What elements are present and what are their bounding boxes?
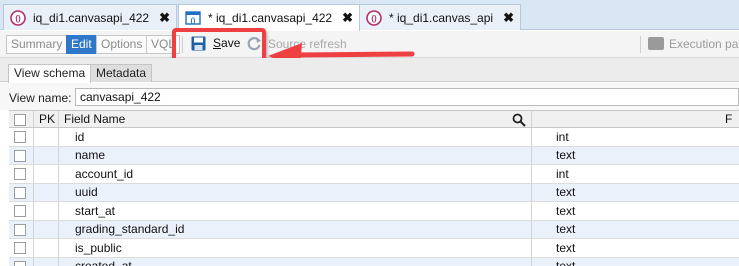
row-checkbox[interactable]	[14, 242, 26, 254]
field-type-cell[interactable]: text	[556, 202, 575, 220]
field-name-cell[interactable]: account_id	[75, 165, 133, 183]
field-type-cell[interactable]: text	[556, 258, 575, 266]
view-edit-icon: ()	[185, 10, 201, 26]
pk-column-header[interactable]: PK	[39, 111, 55, 127]
table-row[interactable]: is_public text	[9, 239, 739, 258]
table-row[interactable]: account_id int	[9, 165, 739, 184]
search-icon[interactable]	[512, 113, 526, 127]
view-name-label: View name:	[9, 91, 72, 105]
doc-tab-label: iq_di1.canvasapi_422	[33, 10, 150, 25]
svg-text:(): ()	[371, 14, 377, 23]
field-type-cell[interactable]: text	[556, 221, 575, 239]
row-checkbox[interactable]	[14, 205, 26, 217]
table-row[interactable]: start_at text	[9, 202, 739, 221]
field-type-cell[interactable]: text	[556, 184, 575, 202]
view-name-row: View name:	[0, 83, 739, 110]
tab-edit[interactable]: Edit	[66, 35, 97, 54]
row-checkbox[interactable]	[14, 260, 26, 266]
doc-tab-label: * iq_di1.canvasapi_422	[208, 11, 333, 25]
view-name-input[interactable]	[75, 88, 739, 106]
field-name-column-header[interactable]: Field Name	[64, 111, 125, 127]
doc-tab-canvasapi-422-edit[interactable]: () * iq_di1.canvasapi_422 ✖	[178, 4, 361, 31]
grid-body: id int name text account_id int uuid text start_…	[9, 128, 739, 266]
row-checkbox[interactable]	[14, 168, 26, 180]
field-grid: PK Field Name F id int name text account_id i…	[9, 110, 739, 266]
doc-tab-canvasapi-422[interactable]: () iq_di1.canvasapi_422 ✖	[3, 4, 177, 30]
document-tab-bar: () iq_di1.canvasapi_422 ✖ () * iq_di1.ca…	[0, 0, 739, 31]
table-row[interactable]: id int	[9, 128, 739, 147]
row-checkbox[interactable]	[14, 149, 26, 162]
field-type-cell[interactable]: text	[556, 239, 575, 257]
doc-tab-label: * iq_di1.canvas_api	[389, 10, 494, 25]
execution-panel-button[interactable]: Execution par	[669, 37, 739, 51]
row-checkbox[interactable]	[14, 223, 26, 236]
grid-header: PK Field Name F	[9, 110, 739, 128]
field-name-cell[interactable]: uuid	[75, 184, 98, 202]
row-checkbox[interactable]	[14, 131, 26, 143]
view-icon: ()	[10, 9, 26, 26]
close-icon[interactable]: ✖	[503, 10, 514, 26]
field-name-cell[interactable]: grading_standard_id	[75, 221, 184, 239]
type-column-header[interactable]: F	[725, 111, 732, 127]
field-type-cell[interactable]: int	[556, 165, 569, 183]
row-checkbox[interactable]	[14, 186, 26, 199]
table-row[interactable]: uuid text	[9, 183, 739, 202]
tab-view-schema[interactable]: View schema	[8, 64, 92, 83]
table-row[interactable]: name text	[9, 146, 739, 165]
field-type-cell[interactable]: int	[556, 128, 569, 146]
toolbar-divider	[640, 36, 641, 53]
tab-metadata[interactable]: Metadata	[90, 64, 153, 82]
svg-text:(): ()	[191, 18, 196, 25]
svg-text:(): ()	[15, 14, 21, 23]
tab-summary[interactable]: Summary	[6, 35, 68, 54]
close-icon[interactable]: ✖	[159, 10, 170, 26]
doc-tab-canvas-api[interactable]: () * iq_di1.canvas_api ✖	[359, 4, 521, 30]
field-name-cell[interactable]: name	[75, 147, 105, 165]
table-row[interactable]: grading_standard_id text	[9, 220, 739, 239]
field-name-cell[interactable]: id	[75, 128, 84, 146]
field-name-cell[interactable]: created_at	[75, 258, 132, 266]
close-icon[interactable]: ✖	[342, 10, 353, 26]
table-row[interactable]: created_at text	[9, 257, 739, 266]
field-type-cell[interactable]: text	[556, 147, 575, 165]
execution-panel-icon[interactable]	[648, 37, 664, 50]
view-icon: ()	[366, 9, 382, 26]
tab-options[interactable]: Options	[96, 35, 148, 54]
sub-tab-bar: View schema Metadata	[0, 58, 739, 83]
field-name-cell[interactable]: is_public	[75, 239, 122, 257]
field-name-cell[interactable]: start_at	[75, 202, 115, 220]
select-all-checkbox[interactable]	[14, 114, 26, 126]
